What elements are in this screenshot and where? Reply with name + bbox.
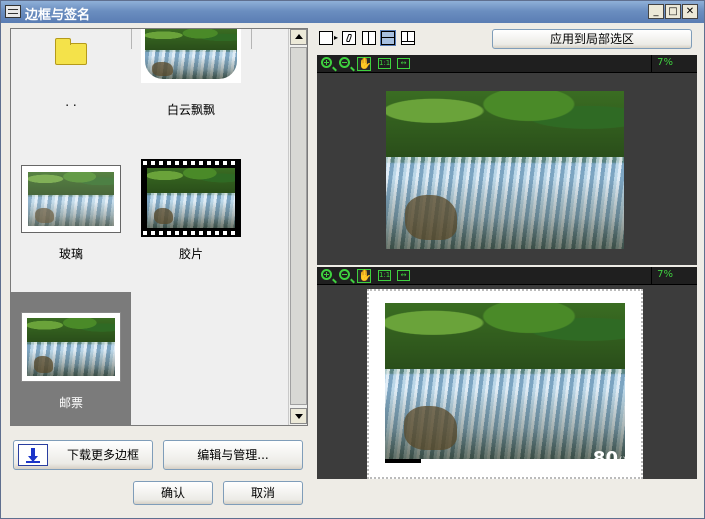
stacked-icon[interactable] [380,30,396,46]
arrow-down-icon [295,414,303,419]
stamp-price-unit: 分 [617,457,627,467]
thumb-film-frame[interactable]: 胶片 [131,159,251,293]
window-title: 边框与签名 [25,8,91,23]
scroll-up-button[interactable] [290,29,307,45]
thumb-stamp-frame[interactable]: 邮票 [11,292,131,425]
thumb-glass-frame[interactable]: 玻璃 [11,159,131,293]
zoom-level: 7% [657,269,673,280]
original-preview-pane[interactable]: ✋ 1:1 ↔ 7% [317,55,697,265]
cloud-frame-preview [141,29,241,83]
close-button[interactable]: ✕ [682,4,698,19]
thumb-parent-folder[interactable]: . . [11,29,131,163]
edit-manage-button[interactable]: 编辑与管理... [163,440,303,470]
maximize-button[interactable]: □ [665,4,681,19]
thumbnail-scrollbar[interactable] [288,29,307,425]
stamp-bar [385,459,421,463]
thumb-cloud-frame[interactable]: 白云飘飘 [139,29,259,143]
single-layout-icon[interactable] [319,31,333,45]
hand-icon[interactable]: ✋ [357,269,372,283]
zoom-in-icon[interactable] [321,269,332,280]
arrow-up-icon [295,34,303,39]
actual-size-icon[interactable]: 1:1 [378,270,391,281]
button-label: 下载更多边框 [66,448,139,462]
original-image [386,91,624,249]
dialog-window: 边框与签名 _ □ ✕ . . 白云飘飘 玻璃 胶片 邮票 下载更多边框 编辑与… [0,0,705,519]
actual-size-icon[interactable]: 1:1 [378,58,391,69]
hand-icon[interactable]: ✋ [357,57,372,71]
scroll-down-button[interactable] [290,408,307,424]
column-separator [131,29,132,49]
fit-width-icon[interactable]: ↔ [397,58,410,69]
framed-image [385,303,625,459]
minimize-button[interactable]: _ [648,4,664,19]
framed-preview-pane[interactable]: ✋ 1:1 ↔ 7% 80分 [317,267,697,479]
stamp-price-value: 80 [592,448,618,469]
cancel-button[interactable]: 取消 [223,481,303,505]
stamp-framed-image: 80分 [367,289,643,479]
stamp-frame-preview [21,312,121,382]
button-label: 编辑与管理... [197,448,269,462]
zoom-level: 7% [657,57,673,68]
stamp-price: 80分 [593,448,627,469]
thumb-label: 胶片 [178,247,203,261]
film-frame-preview [141,159,241,237]
preview-toolbar: ✋ 1:1 ↔ 7% [317,55,697,73]
download-more-frames-button[interactable]: 下载更多边框 [13,440,153,470]
button-label: 应用到局部选区 [549,32,634,46]
swap-layout-icon[interactable] [342,31,356,45]
app-icon [5,5,21,18]
thumb-label: 邮票 [58,396,83,410]
scrollbar-thumb[interactable] [290,47,307,405]
fit-width-icon[interactable]: ↔ [397,270,410,281]
apply-to-region-button[interactable]: 应用到局部选区 [492,29,692,49]
confirm-button[interactable]: 确认 [133,481,213,505]
book-layout-icon[interactable] [401,31,415,45]
download-icon [18,444,48,466]
folder-icon [55,38,87,65]
button-label: 取消 [250,486,275,500]
title-bar[interactable]: 边框与签名 _ □ ✕ [1,1,704,23]
zoom-in-icon[interactable] [321,57,332,68]
glass-frame-preview [21,165,121,233]
zoom-out-icon[interactable] [339,57,350,68]
zoom-out-icon[interactable] [339,269,350,280]
preview-toolbar: ✋ 1:1 ↔ 7% [317,267,697,285]
thumb-label: 玻璃 [58,247,83,261]
frame-thumbnail-list: . . 白云飘飘 玻璃 胶片 邮票 [10,28,308,426]
thumb-label: 白云飘飘 [166,103,215,117]
side-by-side-icon[interactable] [362,31,376,45]
thumb-label: . . [65,95,77,109]
button-label: 确认 [160,486,185,500]
arrow-right-icon: ▸ [334,33,339,42]
